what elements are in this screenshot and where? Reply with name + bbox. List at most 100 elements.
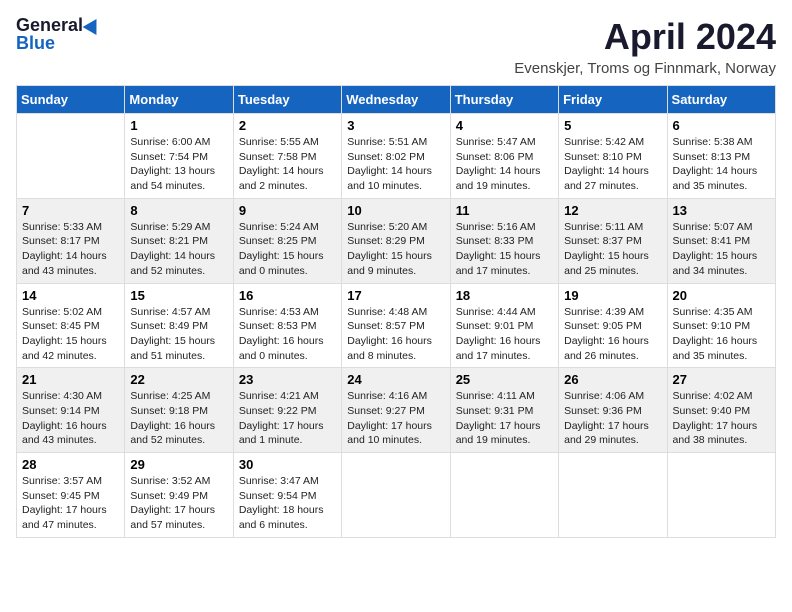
day-info: Sunrise: 3:57 AMSunset: 9:45 PMDaylight:… <box>22 474 119 533</box>
day-info: Sunrise: 4:25 AMSunset: 9:18 PMDaylight:… <box>130 389 227 448</box>
weekday-header-wednesday: Wednesday <box>342 86 450 114</box>
day-number: 22 <box>130 372 227 387</box>
month-title: April 2024 <box>514 16 776 58</box>
day-number: 7 <box>22 203 119 218</box>
day-info: Sunrise: 4:02 AMSunset: 9:40 PMDaylight:… <box>673 389 770 448</box>
day-info: Sunrise: 5:16 AMSunset: 8:33 PMDaylight:… <box>456 220 553 279</box>
day-info: Sunrise: 5:24 AMSunset: 8:25 PMDaylight:… <box>239 220 336 279</box>
calendar-cell <box>667 453 775 538</box>
day-info: Sunrise: 4:53 AMSunset: 8:53 PMDaylight:… <box>239 305 336 364</box>
calendar-cell: 14 Sunrise: 5:02 AMSunset: 8:45 PMDayligh… <box>17 283 125 368</box>
calendar-header-row: SundayMondayTuesdayWednesdayThursdayFrid… <box>17 86 776 114</box>
day-info: Sunrise: 3:47 AMSunset: 9:54 PMDaylight:… <box>239 474 336 533</box>
title-block: April 2024 Evenskjer, Troms og Finnmark,… <box>514 16 776 77</box>
calendar-table: SundayMondayTuesdayWednesdayThursdayFrid… <box>16 85 776 538</box>
calendar-cell: 17Sunrise: 4:48 AMSunset: 8:57 PMDayligh… <box>342 283 450 368</box>
day-info: Sunrise: 5:33 AMSunset: 8:17 PMDaylight:… <box>22 220 119 279</box>
day-info: Sunrise: 5:07 AMSunset: 8:41 PMDaylight:… <box>673 220 770 279</box>
logo-triangle-icon <box>83 15 104 35</box>
day-info: Sunrise: 5:55 AMSunset: 7:58 PMDaylight:… <box>239 135 336 194</box>
day-info: Sunrise: 5:02 AMSunset: 8:45 PMDaylight:… <box>22 305 119 364</box>
logo: General Blue <box>16 16 101 52</box>
calendar-cell: 24Sunrise: 4:16 AMSunset: 9:27 PMDayligh… <box>342 368 450 453</box>
day-info: Sunrise: 3:52 AMSunset: 9:49 PMDaylight:… <box>130 474 227 533</box>
day-info: Sunrise: 4:57 AMSunset: 8:49 PMDaylight:… <box>130 305 227 364</box>
weekday-header-friday: Friday <box>559 86 667 114</box>
location-title: Evenskjer, Troms og Finnmark, Norway <box>514 60 776 77</box>
day-info: Sunrise: 6:00 AMSunset: 7:54 PMDaylight:… <box>130 135 227 194</box>
day-info: Sunrise: 5:51 AMSunset: 8:02 PMDaylight:… <box>347 135 444 194</box>
weekday-header-sunday: Sunday <box>17 86 125 114</box>
calendar-cell: 25Sunrise: 4:11 AMSunset: 9:31 PMDayligh… <box>450 368 558 453</box>
day-number: 1 <box>130 118 227 133</box>
day-number: 20 <box>673 288 770 303</box>
day-info: Sunrise: 4:06 AMSunset: 9:36 PMDaylight:… <box>564 389 661 448</box>
calendar-cell: 4Sunrise: 5:47 AMSunset: 8:06 PMDaylight… <box>450 114 558 199</box>
day-number: 29 <box>130 457 227 472</box>
calendar-cell: 15 Sunrise: 4:57 AMSunset: 8:49 PMDayligh… <box>125 283 233 368</box>
calendar-cell: 2 Sunrise: 5:55 AMSunset: 7:58 PMDaylight… <box>233 114 341 199</box>
logo-blue: Blue <box>16 34 101 52</box>
calendar-week-row: 14 Sunrise: 5:02 AMSunset: 8:45 PMDayligh… <box>17 283 776 368</box>
day-number: 3 <box>347 118 444 133</box>
day-number: 24 <box>347 372 444 387</box>
day-info: Sunrise: 5:20 AMSunset: 8:29 PMDaylight:… <box>347 220 444 279</box>
calendar-cell: 10Sunrise: 5:20 AMSunset: 8:29 PMDayligh… <box>342 198 450 283</box>
day-number: 19 <box>564 288 661 303</box>
calendar-cell: 20 Sunrise: 4:35 AMSunset: 9:10 PMDayligh… <box>667 283 775 368</box>
day-info: Sunrise: 4:48 AMSunset: 8:57 PMDaylight:… <box>347 305 444 364</box>
day-number: 12 <box>564 203 661 218</box>
calendar-cell: 29 Sunrise: 3:52 AMSunset: 9:49 PMDayligh… <box>125 453 233 538</box>
weekday-header-monday: Monday <box>125 86 233 114</box>
weekday-header-saturday: Saturday <box>667 86 775 114</box>
calendar-cell: 26 Sunrise: 4:06 AMSunset: 9:36 PMDayligh… <box>559 368 667 453</box>
calendar-cell: 16 Sunrise: 4:53 AMSunset: 8:53 PMDayligh… <box>233 283 341 368</box>
calendar-cell: 8 Sunrise: 5:29 AMSunset: 8:21 PMDaylight… <box>125 198 233 283</box>
page-header: General Blue April 2024 Evenskjer, Troms… <box>16 16 776 77</box>
calendar-cell: 27 Sunrise: 4:02 AMSunset: 9:40 PMDayligh… <box>667 368 775 453</box>
day-info: Sunrise: 4:39 AMSunset: 9:05 PMDaylight:… <box>564 305 661 364</box>
calendar-cell <box>17 114 125 199</box>
day-number: 16 <box>239 288 336 303</box>
calendar-week-row: 21 Sunrise: 4:30 AMSunset: 9:14 PMDayligh… <box>17 368 776 453</box>
calendar-cell: 6Sunrise: 5:38 AMSunset: 8:13 PMDaylight… <box>667 114 775 199</box>
day-number: 14 <box>22 288 119 303</box>
calendar-cell <box>450 453 558 538</box>
day-info: Sunrise: 5:42 AMSunset: 8:10 PMDaylight:… <box>564 135 661 194</box>
calendar-cell: 11 Sunrise: 5:16 AMSunset: 8:33 PMDayligh… <box>450 198 558 283</box>
day-number: 5 <box>564 118 661 133</box>
calendar-cell: 22 Sunrise: 4:25 AMSunset: 9:18 PMDayligh… <box>125 368 233 453</box>
calendar-cell: 12 Sunrise: 5:11 AMSunset: 8:37 PMDayligh… <box>559 198 667 283</box>
calendar-cell: 7 Sunrise: 5:33 AMSunset: 8:17 PMDaylight… <box>17 198 125 283</box>
weekday-header-thursday: Thursday <box>450 86 558 114</box>
day-number: 11 <box>456 203 553 218</box>
calendar-cell: 28 Sunrise: 3:57 AMSunset: 9:45 PMDayligh… <box>17 453 125 538</box>
day-number: 26 <box>564 372 661 387</box>
day-info: Sunrise: 4:11 AMSunset: 9:31 PMDaylight:… <box>456 389 553 448</box>
day-info: Sunrise: 4:30 AMSunset: 9:14 PMDaylight:… <box>22 389 119 448</box>
day-number: 28 <box>22 457 119 472</box>
day-number: 9 <box>239 203 336 218</box>
day-info: Sunrise: 4:35 AMSunset: 9:10 PMDaylight:… <box>673 305 770 364</box>
day-info: Sunrise: 4:44 AMSunset: 9:01 PMDaylight:… <box>456 305 553 364</box>
day-number: 21 <box>22 372 119 387</box>
day-number: 27 <box>673 372 770 387</box>
calendar-cell: 5 Sunrise: 5:42 AMSunset: 8:10 PMDaylight… <box>559 114 667 199</box>
calendar-cell <box>342 453 450 538</box>
calendar-cell: 23Sunrise: 4:21 AMSunset: 9:22 PMDayligh… <box>233 368 341 453</box>
day-info: Sunrise: 5:29 AMSunset: 8:21 PMDaylight:… <box>130 220 227 279</box>
calendar-cell: 9 Sunrise: 5:24 AMSunset: 8:25 PMDaylight… <box>233 198 341 283</box>
calendar-cell: 1 Sunrise: 6:00 AMSunset: 7:54 PMDaylight… <box>125 114 233 199</box>
calendar-cell: 30 Sunrise: 3:47 AMSunset: 9:54 PMDayligh… <box>233 453 341 538</box>
logo-general: General <box>16 16 83 34</box>
day-number: 13 <box>673 203 770 218</box>
day-number: 23 <box>239 372 336 387</box>
weekday-header-tuesday: Tuesday <box>233 86 341 114</box>
day-number: 4 <box>456 118 553 133</box>
day-number: 8 <box>130 203 227 218</box>
calendar-week-row: 7 Sunrise: 5:33 AMSunset: 8:17 PMDaylight… <box>17 198 776 283</box>
day-number: 15 <box>130 288 227 303</box>
day-number: 30 <box>239 457 336 472</box>
day-number: 2 <box>239 118 336 133</box>
day-info: Sunrise: 5:11 AMSunset: 8:37 PMDaylight:… <box>564 220 661 279</box>
